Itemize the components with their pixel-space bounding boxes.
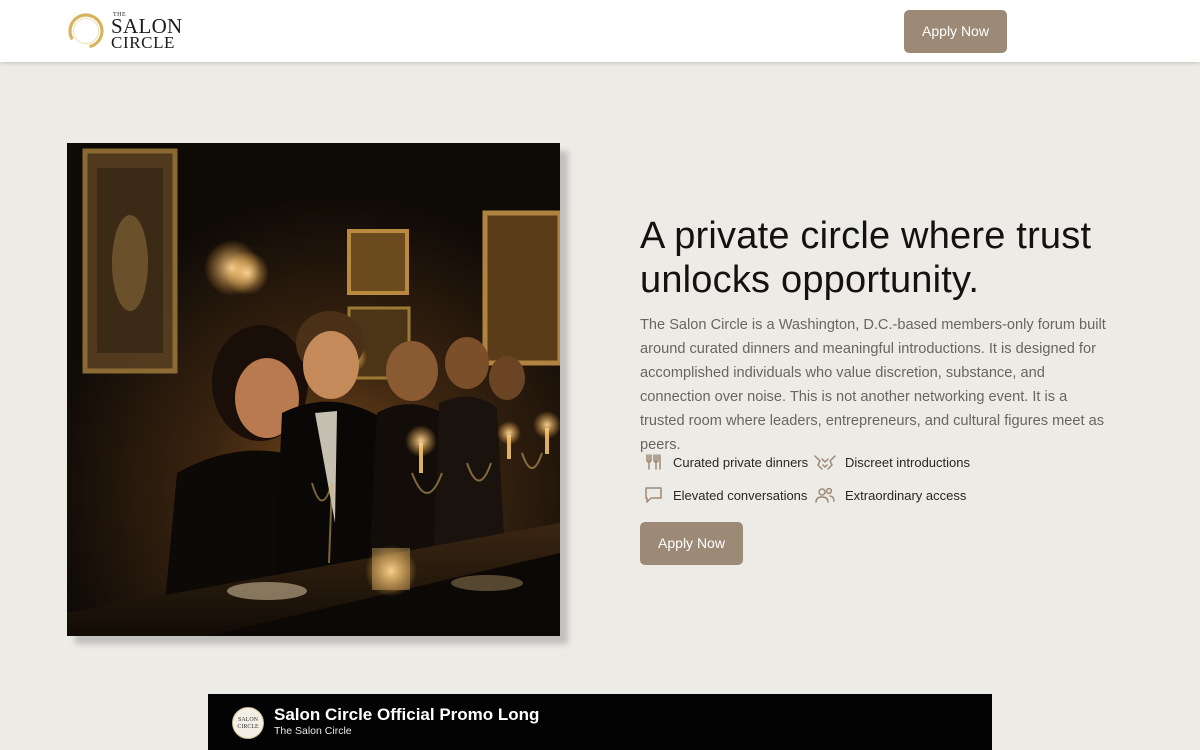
video-title[interactable]: Salon Circle Official Promo Long: [274, 705, 539, 725]
hero-title: A private circle where trust unlocks opp…: [640, 215, 1092, 301]
hero-apply-button[interactable]: Apply Now: [640, 522, 743, 565]
feature-item-access: Extraordinary access: [812, 483, 966, 507]
feature-label: Elevated conversations: [673, 487, 808, 503]
logo-ring-icon: [68, 13, 104, 49]
logo[interactable]: THE SALON CIRCLE: [66, 10, 196, 52]
video-channel-name[interactable]: The Salon Circle: [274, 725, 352, 737]
utensils-icon: [640, 452, 666, 472]
feature-item-introductions: Discreet introductions: [812, 450, 970, 474]
site-header: THE SALON CIRCLE Apply Now: [0, 0, 1200, 62]
feature-label: Extraordinary access: [845, 487, 967, 503]
handshake-icon: [812, 452, 838, 472]
feature-label: Curated private dinners: [673, 454, 809, 470]
feature-item-dinners: Curated private dinners: [640, 450, 808, 474]
hero-description: The Salon Circle is a Washington, D.C.-b…: [640, 317, 1106, 453]
dinner-photo: [67, 143, 560, 636]
people-icon: [812, 485, 838, 505]
channel-avatar[interactable]: SALON CIRCLE: [232, 707, 264, 739]
promo-video-player[interactable]: SALON CIRCLE Salon Circle Official Promo…: [208, 694, 992, 750]
chat-bubble-icon: [640, 485, 666, 505]
header-apply-button[interactable]: Apply Now: [904, 10, 1007, 53]
feature-item-conversations: Elevated conversations: [640, 483, 807, 507]
logo-circle-text: CIRCLE: [111, 33, 176, 52]
feature-label: Discreet introductions: [845, 454, 970, 470]
